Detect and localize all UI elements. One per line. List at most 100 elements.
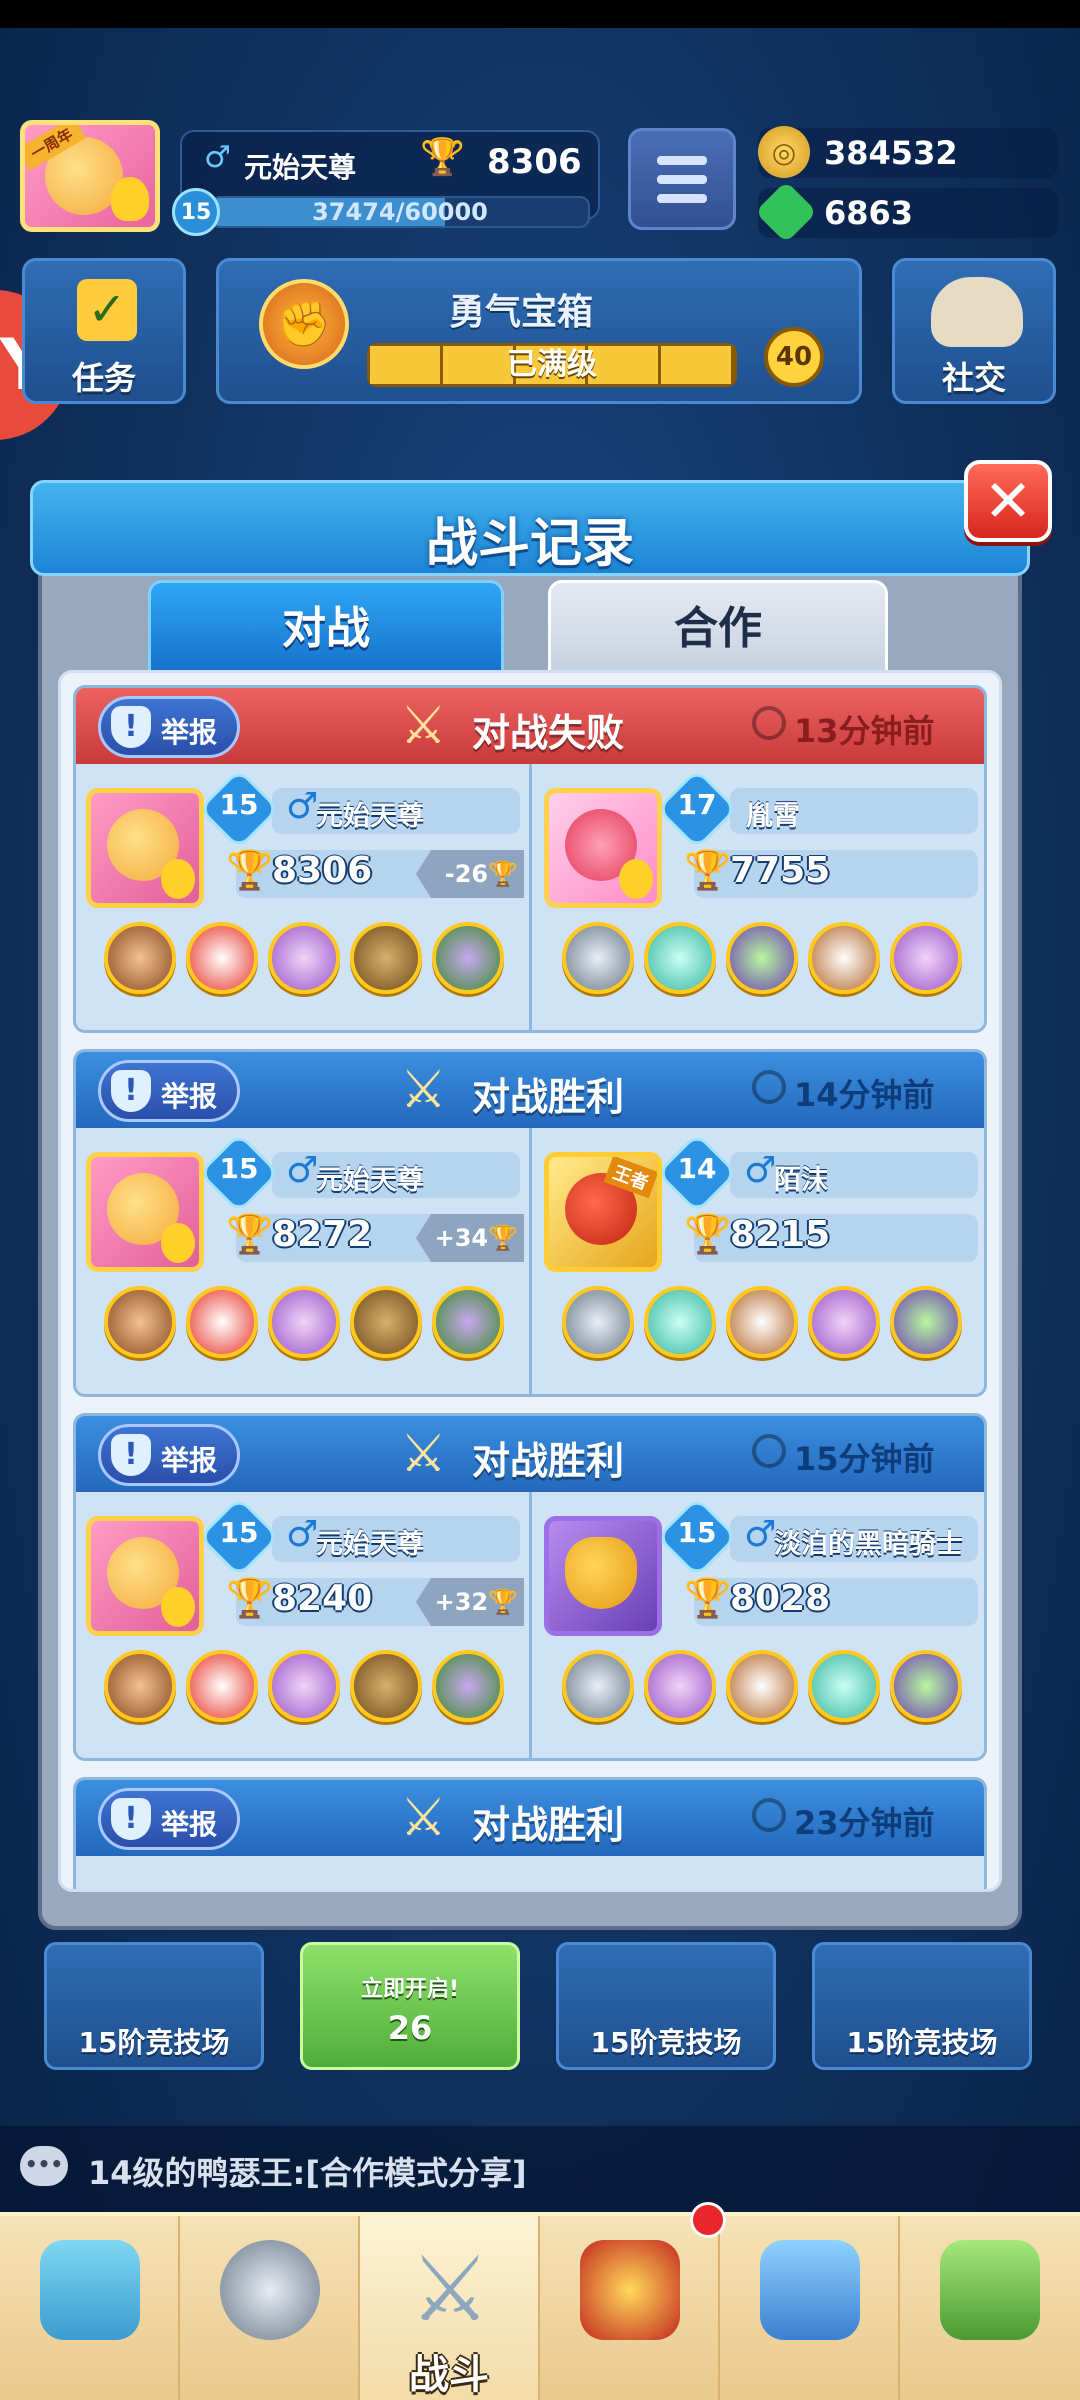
opponent-avatar[interactable] — [544, 1516, 662, 1636]
hero-sorceress-icon[interactable] — [268, 1650, 340, 1722]
hero-chef-icon[interactable] — [726, 1650, 798, 1722]
hero-witch-icon[interactable] — [432, 1650, 504, 1722]
hero-clown-icon[interactable] — [186, 922, 258, 994]
nav-shop[interactable] — [0, 2216, 180, 2400]
player-avatar[interactable] — [86, 788, 204, 908]
player-side: 15 ♂ 元始天尊 🏆 8272 +34🏆 — [76, 1128, 532, 1394]
hero-sack-icon[interactable] — [350, 1650, 422, 1722]
hero-witch-icon[interactable] — [432, 1286, 504, 1358]
tab-versus[interactable]: 对战 — [148, 580, 504, 676]
trophy-delta: +34🏆 — [416, 1214, 524, 1262]
player-level: 15 — [219, 788, 259, 821]
arena-chest-slot[interactable]: 15阶竞技场 — [812, 1942, 1032, 2070]
opponent-avatar[interactable] — [544, 788, 662, 908]
hero-medusa-icon[interactable] — [890, 1650, 962, 1722]
player-profile[interactable]: 一周年 ♂ 元始天尊 🏆 8306 37474/60000 15 — [10, 110, 600, 240]
arena-chest-slot[interactable]: 15阶竞技场 — [44, 1942, 264, 2070]
hero-clown-icon[interactable] — [186, 1286, 258, 1358]
record-time: 15分钟前 — [794, 1440, 935, 1478]
arena-label: 15阶竞技场 — [78, 2026, 230, 2059]
trophy-icon: 🏆 — [684, 1212, 732, 1256]
trophy-icon: 🏆 — [684, 1576, 732, 1620]
player-avatar[interactable] — [86, 1152, 204, 1272]
gem-counter[interactable]: 6863 — [754, 180, 1058, 244]
social-button[interactable]: 社交 — [892, 258, 1056, 404]
hero-frost-icon[interactable] — [644, 1286, 716, 1358]
report-button[interactable]: ! 举报 — [98, 1424, 240, 1486]
knight-helmet-icon — [220, 2240, 320, 2340]
hero-sack-icon[interactable] — [350, 922, 422, 994]
trophy-icon: 🏆 — [226, 1212, 274, 1256]
nav-garden[interactable] — [900, 2216, 1080, 2400]
hero-sorceress-icon[interactable] — [268, 1286, 340, 1358]
hero-witch-icon[interactable] — [432, 922, 504, 994]
shield-icon: ! — [111, 1798, 151, 1840]
missions-button[interactable]: ✓ 任务 — [22, 258, 186, 404]
hero-knight-icon[interactable] — [562, 1286, 634, 1358]
courage-chest-icon: ✊ — [259, 279, 349, 369]
player-score: 8240 — [272, 1578, 373, 1619]
trophy-delta: -26🏆 — [416, 850, 524, 898]
opponent-level: 15 — [677, 1516, 717, 1549]
hero-chef-icon[interactable] — [808, 922, 880, 994]
hero-clown-icon[interactable] — [186, 1650, 258, 1722]
hero-knight-icon[interactable] — [562, 1650, 634, 1722]
hero-frost-icon[interactable] — [644, 922, 716, 994]
male-gender-icon: ♂ — [286, 1150, 319, 1191]
opponent-score: 8028 — [730, 1578, 831, 1619]
status-bar — [0, 0, 1080, 28]
hero-frost-icon[interactable] — [808, 1650, 880, 1722]
chest-progress-bar: 已满级 — [367, 343, 737, 387]
battle-record: ! 举报 ⚔ 对战胜利 23分钟前 — [73, 1777, 987, 1889]
opponent-level: 17 — [677, 788, 717, 821]
chat-bubble-icon: ••• — [20, 2146, 68, 2186]
coin-value: 384532 — [824, 134, 958, 172]
player-level: 15 — [219, 1152, 259, 1185]
report-button[interactable]: ! 举报 — [98, 1060, 240, 1122]
hero-monkey-icon[interactable] — [104, 1650, 176, 1722]
nav-clan[interactable] — [540, 2216, 720, 2400]
record-result: 对战胜利 — [472, 1803, 625, 1847]
hero-knight-icon[interactable] — [562, 922, 634, 994]
menu-button[interactable] — [628, 128, 736, 230]
hero-monkey-icon[interactable] — [104, 922, 176, 994]
nav-social[interactable] — [720, 2216, 900, 2400]
record-header: ! 举报 ⚔ 对战胜利 23分钟前 — [76, 1780, 984, 1856]
clock-icon — [752, 1434, 786, 1468]
trophy-icon: 🏆 — [420, 137, 465, 178]
report-button[interactable]: ! 举报 — [98, 696, 240, 758]
arena-chest-slot[interactable]: 15阶竞技场 — [556, 1942, 776, 2070]
hero-sorceress-icon[interactable] — [644, 1650, 716, 1722]
male-gender-icon: ♂ — [286, 1514, 319, 1555]
chat-ticker[interactable]: ••• 14级的鸭瑟王:[合作模式分享] — [0, 2126, 1080, 2212]
report-label: 举报 — [161, 716, 218, 749]
hero-chef-icon[interactable] — [726, 1286, 798, 1358]
hero-medusa-icon[interactable] — [890, 1286, 962, 1358]
player-avatar[interactable] — [86, 1516, 204, 1636]
hero-sorceress-icon[interactable] — [808, 1286, 880, 1358]
coin-counter[interactable]: ◎ 384532 — [758, 126, 1058, 178]
checkmark-icon: ✓ — [77, 279, 137, 341]
hero-sorceress-icon[interactable] — [268, 922, 340, 994]
opponent-avatar[interactable]: 王者 — [544, 1152, 662, 1272]
player-avatar[interactable]: 一周年 — [20, 120, 160, 232]
hero-sack-icon[interactable] — [350, 1286, 422, 1358]
arena-chest-slot-ready[interactable]: 立即开启! 26 — [300, 1942, 520, 2070]
chest-status: 已满级 — [507, 347, 597, 382]
tab-coop[interactable]: 合作 — [548, 580, 888, 676]
chest-panel[interactable]: ✊ 勇气宝箱 已满级 40 — [216, 258, 862, 404]
hero-lineup — [562, 1650, 962, 1722]
opponent-name: 淡泊的黑暗骑士 — [774, 1529, 963, 1560]
record-list[interactable]: ! 举报 ⚔ 对战失败 13分钟前 15 ♂ 元始天尊 🏆 8306 -26🏆 — [58, 670, 1002, 1892]
report-label: 举报 — [161, 1808, 218, 1841]
nav-heroes[interactable] — [180, 2216, 360, 2400]
duck-icon — [161, 1587, 195, 1627]
opponent-level: 14 — [677, 1152, 717, 1185]
report-label: 举报 — [161, 1080, 218, 1113]
nav-battle[interactable]: ⚔ 战斗 — [360, 2216, 540, 2400]
hero-medusa-icon[interactable] — [726, 922, 798, 994]
hero-monkey-icon[interactable] — [104, 1286, 176, 1358]
hero-sorceress-icon[interactable] — [890, 922, 962, 994]
report-button[interactable]: ! 举报 — [98, 1788, 240, 1850]
close-button[interactable]: ✕ — [964, 460, 1052, 542]
